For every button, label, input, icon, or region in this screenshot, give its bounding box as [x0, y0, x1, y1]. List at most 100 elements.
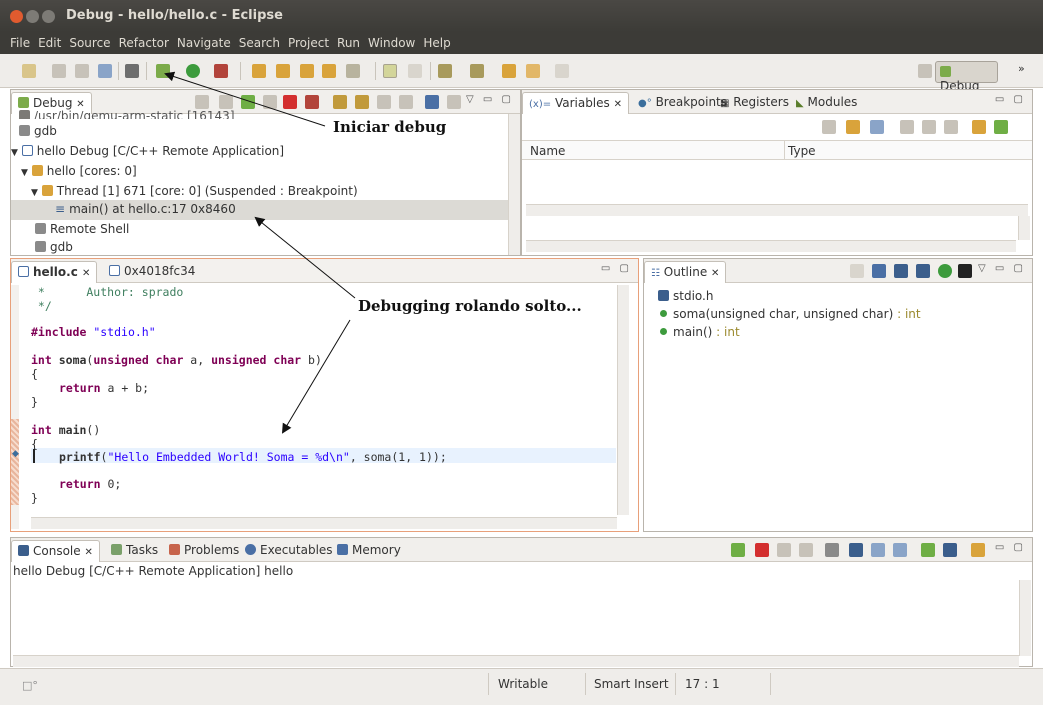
tree-item-stackframe[interactable]: ≡ main() at hello.c:17 0x8460 [11, 200, 509, 220]
tab-registers[interactable]: ▦ Registers [714, 92, 795, 114]
view-min-max-icon[interactable]: ▽ ▭ ▢ [978, 263, 1026, 274]
tree-item-gdb-2[interactable]: gdb [35, 238, 73, 258]
column-type[interactable]: Type [788, 144, 816, 158]
toggle-mark-icon[interactable] [383, 64, 397, 78]
build-icon[interactable] [125, 64, 139, 78]
show-stdout-icon[interactable] [871, 543, 885, 557]
variables-hscroll[interactable] [526, 204, 1028, 216]
tab-memory[interactable]: Memory [331, 540, 407, 562]
view-min-max-icon[interactable]: ▭ ▢ [995, 94, 1026, 105]
perspective-overflow-chevron[interactable]: » [1018, 62, 1025, 75]
close-window-icon[interactable] [10, 10, 23, 23]
open-console-icon[interactable] [971, 543, 985, 557]
disconnect-icon[interactable] [305, 95, 319, 109]
pin-icon[interactable] [408, 64, 422, 78]
tab-modules[interactable]: ◣ Modules [790, 92, 863, 114]
hide-static-icon[interactable] [916, 264, 930, 278]
save-icon[interactable] [52, 64, 66, 78]
display-console-icon[interactable] [943, 543, 957, 557]
view-min-max-icon[interactable]: ▭ ▢ [601, 263, 632, 274]
print-icon[interactable] [98, 64, 112, 78]
debug-perspective-button[interactable]: Debug [935, 61, 998, 93]
tab-tasks[interactable]: Tasks [105, 540, 164, 562]
tree-item-thread[interactable]: ▼ Thread [1] 671 [core: 0] (Suspended : … [31, 182, 358, 202]
close-tab-icon[interactable]: ✕ [614, 99, 622, 110]
column-name[interactable]: Name [530, 144, 565, 158]
remove-all-icon[interactable] [944, 120, 958, 134]
back-icon[interactable] [526, 64, 540, 78]
open-resource-icon[interactable] [300, 64, 314, 78]
tree-item-launch[interactable]: ▼ hello Debug [C/C++ Remote Application] [11, 142, 284, 162]
console-vscroll[interactable] [1019, 580, 1031, 656]
menu-source[interactable]: Source [69, 36, 110, 50]
add-expression-icon[interactable] [900, 120, 914, 134]
debug-view-vscroll[interactable] [508, 114, 520, 255]
show-stderr-icon[interactable] [893, 543, 907, 557]
open-perspective-icon[interactable] [918, 64, 932, 78]
console-clear-icon[interactable] [825, 543, 839, 557]
menu-search[interactable]: Search [239, 36, 280, 50]
menu-edit[interactable]: Edit [38, 36, 61, 50]
hide-non-public-icon[interactable] [938, 264, 952, 278]
tab-hello-c[interactable]: hello.c ✕ [11, 261, 98, 283]
outline-item-soma[interactable]: soma(unsigned char, unsigned char) : int [658, 305, 921, 325]
tree-item-process[interactable]: /usr/bin/qemu-arm-static [16143] [19, 107, 235, 119]
console-hscroll[interactable] [13, 655, 1019, 667]
step-over-icon[interactable] [355, 95, 369, 109]
outline-item-main[interactable]: main() : int [658, 323, 740, 343]
menu-navigate[interactable]: Navigate [177, 36, 231, 50]
remove-icon[interactable] [922, 120, 936, 134]
run-icon[interactable] [186, 64, 200, 78]
outline-collapse-icon[interactable] [850, 264, 864, 278]
console-remove-icon[interactable] [777, 543, 791, 557]
menu-window[interactable]: Window [368, 36, 415, 50]
close-tab-icon[interactable]: ✕ [84, 547, 92, 558]
outline-item-include[interactable]: stdio.h [658, 287, 713, 307]
collapse-all-icon[interactable] [870, 120, 884, 134]
tab-disassembly[interactable]: 0x4018fc34 [103, 261, 201, 283]
close-tab-icon[interactable]: ✕ [711, 268, 719, 279]
step-into-icon[interactable] [333, 95, 347, 109]
show-type-names-icon[interactable] [822, 120, 836, 134]
expand-triangle-icon[interactable]: ▼ [31, 188, 38, 198]
console-terminate-icon[interactable] [755, 543, 769, 557]
open-folder-icon[interactable] [322, 64, 336, 78]
sort-icon[interactable] [872, 264, 886, 278]
show-logical-structure-icon[interactable] [846, 120, 860, 134]
resume-icon[interactable] [241, 95, 255, 109]
menu-refactor[interactable]: Refactor [119, 36, 169, 50]
drop-to-frame-icon[interactable] [399, 95, 413, 109]
next-annotation-icon[interactable] [438, 64, 452, 78]
pin-view-icon[interactable] [994, 120, 1008, 134]
menu-file[interactable]: File [10, 36, 30, 50]
debug-launch-icon[interactable] [156, 64, 170, 78]
details-hscroll[interactable] [526, 240, 1016, 252]
maximize-window-icon[interactable] [42, 10, 55, 23]
editor-hscroll[interactable] [31, 517, 617, 529]
step-return-icon[interactable] [377, 95, 391, 109]
tab-problems[interactable]: Problems [163, 540, 245, 562]
open-element-icon[interactable] [252, 64, 266, 78]
close-tab-icon[interactable]: ✕ [82, 268, 90, 279]
console-show-icon[interactable] [731, 543, 745, 557]
tab-console[interactable]: Console ✕ [11, 540, 100, 562]
view-min-max-icon[interactable]: ▽ ▭ ▢ [466, 94, 514, 105]
prev-annotation-icon[interactable] [470, 64, 484, 78]
expand-triangle-icon[interactable]: ▼ [11, 148, 18, 158]
scroll-lock-icon[interactable] [849, 543, 863, 557]
new-view-icon[interactable] [972, 120, 986, 134]
pin-console-icon[interactable] [921, 543, 935, 557]
view-min-max-icon[interactable]: ▭ ▢ [995, 542, 1026, 553]
save-all-icon[interactable] [75, 64, 89, 78]
tab-variables[interactable]: (x)= Variables ✕ [522, 92, 629, 114]
forward-icon[interactable] [555, 64, 569, 78]
search-tool-icon[interactable] [346, 64, 360, 78]
terminate-icon[interactable] [283, 95, 297, 109]
tree-item-gdb[interactable]: gdb [19, 122, 57, 142]
use-step-filters-icon[interactable] [447, 95, 461, 109]
minimize-window-icon[interactable] [26, 10, 39, 23]
hide-fields-icon[interactable] [894, 264, 908, 278]
editor-vscroll[interactable] [617, 285, 629, 515]
tree-item-remote-shell[interactable]: Remote Shell [35, 220, 129, 240]
new-icon[interactable] [22, 64, 36, 78]
